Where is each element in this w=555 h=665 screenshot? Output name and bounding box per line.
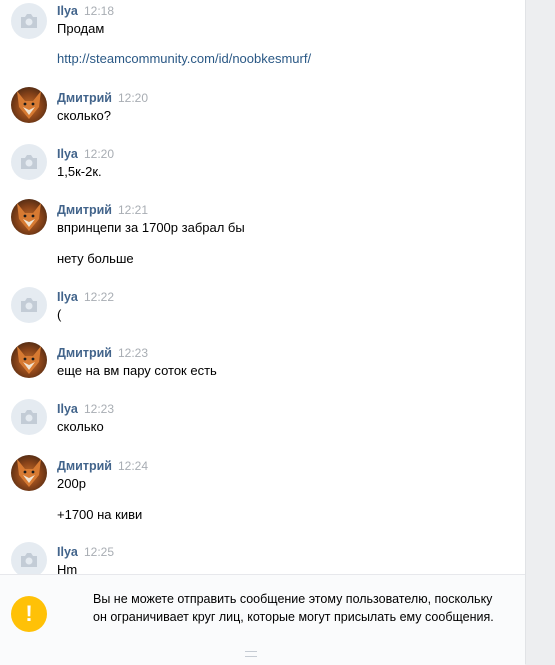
- message-time[interactable]: 12:20: [118, 91, 148, 105]
- message-time[interactable]: 12:25: [84, 545, 114, 559]
- message-author[interactable]: Дмитрий: [57, 91, 112, 105]
- message-text: 1,5к-2к.: [57, 164, 102, 179]
- message-link[interactable]: http://steamcommunity.com/id/noobkesmurf…: [57, 51, 311, 66]
- avatar[interactable]: [11, 144, 47, 180]
- message-time[interactable]: 12:24: [118, 459, 148, 473]
- message-text: еще на вм пару соток есть: [57, 363, 217, 378]
- avatar[interactable]: [11, 542, 47, 578]
- message-author[interactable]: Ilya: [57, 290, 78, 304]
- avatar[interactable]: [11, 3, 47, 39]
- message-time[interactable]: 12:23: [118, 346, 148, 360]
- avatar[interactable]: [11, 287, 47, 323]
- message-time[interactable]: 12:21: [118, 203, 148, 217]
- message-time[interactable]: 12:20: [84, 147, 114, 161]
- message-text: +1700 на киви: [57, 507, 143, 522]
- fox-icon: [17, 346, 41, 374]
- message-author[interactable]: Ilya: [57, 402, 78, 416]
- fox-avatar[interactable]: [11, 199, 47, 235]
- avatar[interactable]: [11, 399, 47, 435]
- message-author[interactable]: Ilya: [57, 4, 78, 18]
- fox-avatar[interactable]: [11, 342, 47, 378]
- message-author[interactable]: Ilya: [57, 545, 78, 559]
- exclamation-icon: !: [11, 596, 47, 632]
- fox-icon: [17, 459, 41, 487]
- message-time[interactable]: 12:18: [84, 4, 114, 18]
- message-text: впринцепи за 1700р забрал бы: [57, 220, 245, 235]
- message-author[interactable]: Дмитрий: [57, 203, 112, 217]
- message-text: сколько: [57, 419, 104, 434]
- message-text: (: [57, 307, 62, 322]
- camera-icon: [21, 14, 37, 28]
- camera-icon: [21, 155, 37, 169]
- message-text: 200р: [57, 476, 86, 491]
- message-author[interactable]: Дмитрий: [57, 346, 112, 360]
- fox-avatar[interactable]: [11, 455, 47, 491]
- write-restriction-notice: ! Вы не можете отправить сообщение этому…: [0, 574, 525, 665]
- message-text: Продам: [57, 21, 105, 36]
- message-text: сколько?: [57, 108, 111, 123]
- camera-icon: [21, 410, 37, 424]
- chat-history: Ilya 12:18 Продам http://steamcommunity.…: [0, 0, 526, 665]
- fox-avatar[interactable]: [11, 87, 47, 123]
- camera-icon: [21, 553, 37, 567]
- message-author[interactable]: Дмитрий: [57, 459, 112, 473]
- camera-icon: [21, 298, 37, 312]
- fox-icon: [17, 203, 41, 231]
- resize-handle[interactable]: [245, 651, 257, 657]
- message-time[interactable]: 12:23: [84, 402, 114, 416]
- message-text: нету больше: [57, 251, 134, 266]
- message-time[interactable]: 12:22: [84, 290, 114, 304]
- message-author[interactable]: Ilya: [57, 147, 78, 161]
- restriction-text: Вы не можете отправить сообщение этому п…: [93, 592, 494, 624]
- fox-icon: [17, 91, 41, 119]
